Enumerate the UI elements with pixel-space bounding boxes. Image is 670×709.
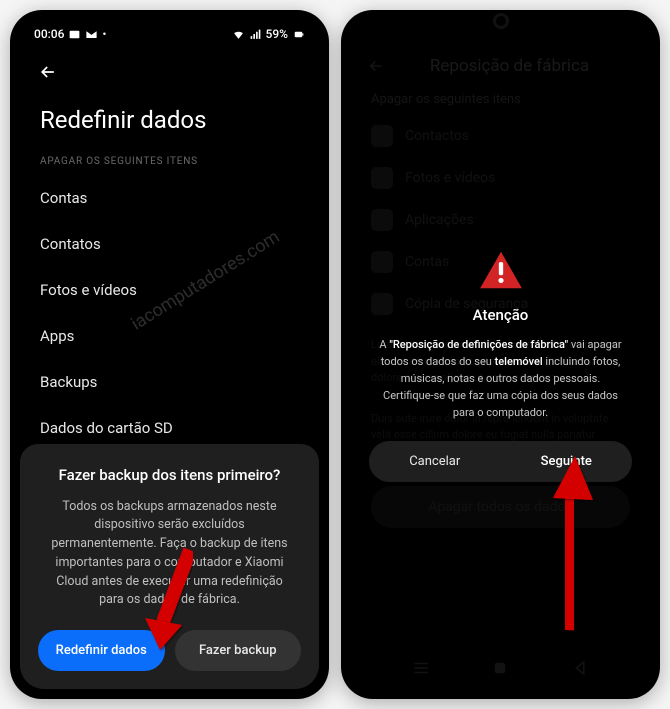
dialog-title: Atenção [369, 306, 632, 324]
mail-icon [85, 28, 98, 41]
warning-dialog: Atenção A "Reposição de definições de fá… [369, 250, 632, 482]
list-item[interactable]: Backups [20, 359, 319, 405]
camera-notch [496, 16, 506, 26]
next-button[interactable]: Seguinte [501, 441, 633, 482]
cancel-button[interactable]: Cancelar [369, 441, 501, 482]
dialog-body: A "Reposição de definições de fábrica" v… [369, 336, 632, 421]
reset-data-button[interactable]: Redefinir dados [38, 630, 165, 671]
page-title: Redefinir dados [20, 102, 319, 148]
backup-button[interactable]: Fazer backup [175, 630, 302, 671]
signal-icon [249, 28, 262, 41]
bottom-sheet: Fazer backup dos itens primeiro? Todos o… [20, 444, 319, 690]
gallery-icon [68, 28, 81, 41]
dialog-text: A [379, 338, 389, 351]
sheet-title: Fazer backup dos itens primeiro? [38, 466, 301, 484]
list-item[interactable]: Apps [20, 313, 319, 359]
sheet-body: Todos os backups armazenados neste dispo… [38, 498, 301, 611]
status-time: 00:06 [34, 27, 64, 41]
phone-right: Reposição de fábrica Apagar os seguintes… [341, 10, 660, 699]
status-battery: 59% [266, 27, 288, 41]
phone-left: 00:06 • 59% [10, 10, 329, 699]
wifi-icon [232, 28, 245, 41]
list-item[interactable]: Fotos e vídeos [20, 267, 319, 313]
screen-left: 00:06 • 59% [20, 20, 319, 689]
dialog-text-bold: "Reposição de definições de fábrica" [389, 338, 568, 351]
back-button[interactable] [20, 48, 319, 102]
more-notif-icon: • [102, 28, 106, 41]
screen-right: Reposição de fábrica Apagar os seguintes… [351, 20, 650, 689]
list-item[interactable]: Contatos [20, 221, 319, 267]
section-header: APAGAR OS SEGUINTES ITENS [20, 148, 319, 175]
warning-icon [478, 250, 524, 290]
list-item[interactable]: Contas [20, 175, 319, 221]
dialog-text-bold: telemóvel [495, 355, 543, 368]
statusbar: 00:06 • 59% [20, 20, 319, 48]
battery-icon [292, 28, 305, 41]
dialog-button-row: Cancelar Seguinte [369, 441, 632, 482]
